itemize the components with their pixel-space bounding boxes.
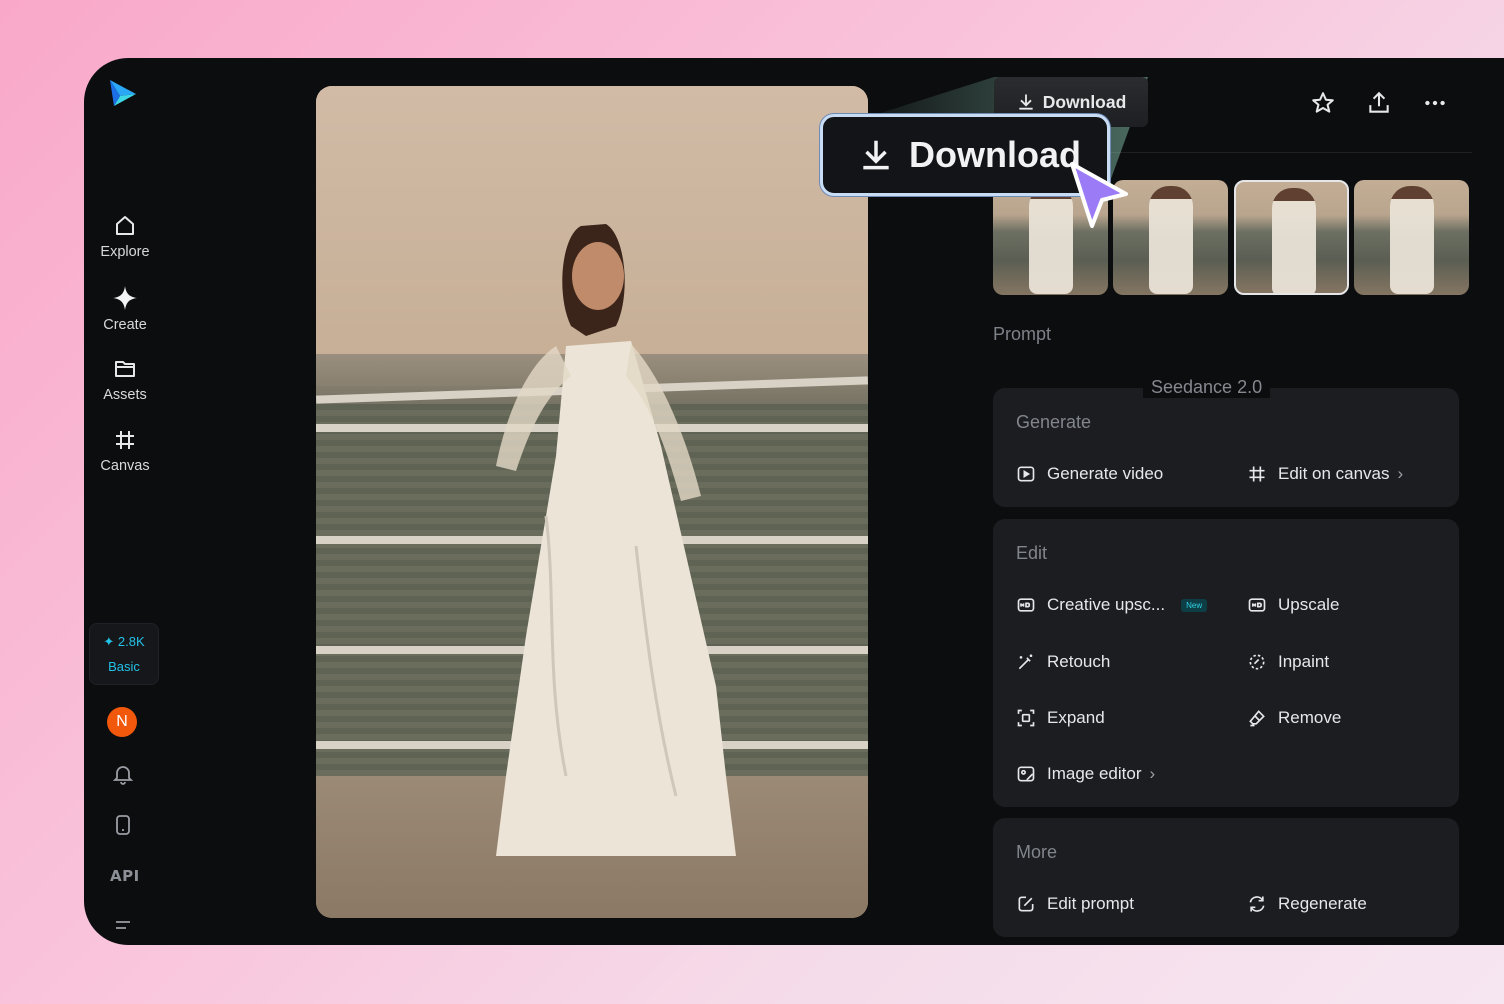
more-icon[interactable]: [1422, 90, 1448, 116]
sidebar-item-explore[interactable]: Explore: [84, 214, 166, 260]
generate-card: Seedance 2.0 Generate Generate video Edi…: [993, 377, 1459, 507]
remove-button[interactable]: Remove: [1247, 708, 1341, 728]
credits-widget[interactable]: ✦ 2.8K Basic: [89, 623, 159, 685]
play-video-icon: [1017, 466, 1035, 482]
sidebar-item-label: Canvas: [100, 458, 150, 474]
mouse-cursor-icon: [1070, 162, 1128, 228]
card-title: Generate: [1016, 412, 1092, 432]
chevron-right-icon: ›: [1397, 464, 1404, 483]
sidebar-item-create[interactable]: Create: [84, 285, 166, 333]
woman-figure: [496, 224, 736, 856]
eraser-icon: [1249, 710, 1265, 727]
app-window: Explore Create Assets Canvas ✦ 2.8K Basi…: [84, 58, 1504, 945]
generated-image[interactable]: [316, 86, 868, 918]
inpaint-icon: [1249, 654, 1265, 670]
refresh-icon: [1249, 896, 1265, 912]
expand-button[interactable]: Expand: [1016, 708, 1105, 728]
bell-icon[interactable]: [111, 762, 135, 786]
download-icon: [1019, 94, 1033, 110]
generate-video-button[interactable]: Generate video: [1016, 464, 1163, 484]
magic-wand-icon: [1018, 654, 1033, 670]
model-label: Seedance 2.0: [1143, 377, 1271, 398]
thumbnail-4[interactable]: [1354, 180, 1469, 295]
canvas-icon: [116, 431, 134, 449]
credits-amount: 2.8K: [117, 634, 145, 649]
hd-plus-icon: [1017, 598, 1035, 612]
app-logo[interactable]: [106, 76, 140, 110]
avatar[interactable]: N: [107, 707, 137, 737]
edit-on-canvas-button[interactable]: Edit on canvas ›: [1247, 464, 1403, 484]
canvas-icon: [1249, 466, 1265, 482]
regenerate-button[interactable]: Regenerate: [1247, 894, 1367, 914]
creative-upscale-button[interactable]: Creative upsc... New: [1016, 595, 1208, 615]
expand-icon: [1017, 709, 1035, 727]
upscale-button[interactable]: Upscale: [1247, 595, 1339, 615]
edit-card: Edit Creative upsc... New Upscale Retouc…: [993, 519, 1459, 807]
sidebar-item-label: Create: [103, 317, 147, 333]
star-icon[interactable]: [1310, 90, 1336, 116]
menu-icon[interactable]: [111, 916, 135, 940]
new-badge: New: [1181, 598, 1208, 612]
plan-label: Basic: [108, 659, 140, 674]
chevron-right-icon: ›: [1149, 764, 1156, 783]
prompt-label: Prompt: [993, 324, 1052, 344]
more-card: More Edit prompt Regenerate: [993, 818, 1459, 937]
card-title: More: [1016, 842, 1058, 862]
image-editor-button[interactable]: Image editor ›: [1016, 764, 1155, 784]
thumbnail-3[interactable]: [1234, 180, 1349, 295]
retouch-button[interactable]: Retouch: [1016, 652, 1110, 672]
api-link[interactable]: API: [110, 867, 140, 885]
mobile-icon[interactable]: [111, 813, 135, 837]
image-edit-icon: [1017, 766, 1035, 782]
sidebar-item-label: Assets: [103, 387, 147, 403]
inpaint-button[interactable]: Inpaint: [1247, 652, 1329, 672]
card-title: Edit: [1016, 543, 1048, 563]
sidebar-item-assets[interactable]: Assets: [84, 357, 166, 403]
sidebar: Explore Create Assets Canvas ✦ 2.8K Basi…: [84, 58, 164, 945]
sparkle-icon: ✦: [103, 634, 115, 649]
sidebar-item-label: Explore: [100, 244, 150, 260]
sparkle-icon: [113, 286, 137, 310]
edit-prompt-button[interactable]: Edit prompt: [1016, 894, 1134, 914]
home-icon: [116, 216, 134, 235]
folder-icon: [115, 361, 135, 377]
edit-prompt-icon: [1018, 896, 1034, 912]
hd-icon: [1248, 598, 1266, 612]
sidebar-item-canvas[interactable]: Canvas: [84, 428, 166, 474]
download-icon: [863, 140, 889, 170]
share-icon[interactable]: [1366, 90, 1392, 116]
